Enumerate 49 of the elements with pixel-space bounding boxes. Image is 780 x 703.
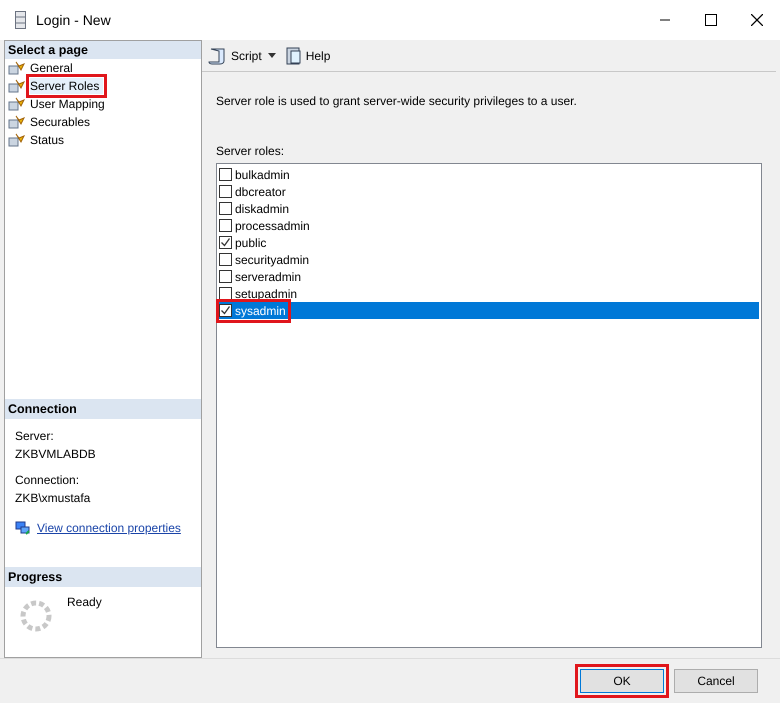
page-icon [8, 115, 26, 129]
page-icon [8, 79, 26, 93]
checkbox[interactable] [219, 185, 232, 198]
page-item[interactable]: Server Roles [30, 78, 104, 94]
connection-label: Connection: [15, 472, 80, 489]
server-label: Server: [15, 428, 55, 445]
role-row[interactable]: setupadmin [219, 285, 759, 302]
connection-properties-link[interactable]: View connection properties [37, 519, 181, 537]
checkbox[interactable] [219, 202, 232, 215]
description-text: Server role is used to grant server-wide security privileges to a user. [216, 93, 578, 110]
dialog-button[interactable]: Cancel [674, 669, 758, 693]
maximize-icon [705, 14, 717, 26]
progress-status: Ready [67, 594, 102, 611]
page-item[interactable]: Securables [30, 114, 94, 130]
role-row[interactable]: bulkadmin [219, 166, 759, 183]
dropdown-arrow-icon[interactable] [268, 53, 276, 58]
database-icon [15, 11, 26, 29]
page-icon [8, 61, 26, 75]
role-row[interactable]: serveradmin [219, 268, 759, 285]
help-icon [286, 46, 302, 64]
checkbox[interactable] [219, 236, 232, 249]
role-row[interactable]: dbcreator [219, 183, 759, 200]
page-icon [8, 97, 26, 111]
page-item[interactable]: User Mapping [30, 96, 109, 112]
window-title: Login - New [36, 10, 111, 30]
close-icon [751, 14, 763, 26]
spinner-icon [19, 599, 53, 633]
role-row[interactable]: securityadmin [219, 251, 759, 268]
script-button[interactable]: Script [208, 46, 262, 64]
checkbox[interactable] [219, 304, 232, 317]
role-row[interactable]: diskadmin [219, 200, 759, 217]
checkbox[interactable] [219, 270, 232, 283]
page-item[interactable]: Status [30, 132, 68, 148]
section-header: Select a page [5, 41, 201, 59]
server-value: ZKBVMLABDB [15, 446, 97, 463]
checkbox[interactable] [219, 219, 232, 232]
role-row[interactable]: processadmin [219, 217, 759, 234]
checkbox[interactable] [219, 168, 232, 181]
page-item[interactable]: General [30, 60, 77, 76]
section-header: Progress [5, 567, 201, 587]
connection-value: ZKB\xmustafa [15, 490, 92, 507]
checkbox[interactable] [219, 287, 232, 300]
checkbox[interactable] [219, 253, 232, 266]
role-row[interactable]: public [219, 234, 759, 251]
server-roles-label: Server roles: [216, 143, 286, 160]
section-header: Connection [5, 399, 201, 419]
help-button[interactable]: Help [286, 46, 330, 64]
computers-icon [15, 520, 31, 536]
page-icon [8, 133, 26, 147]
